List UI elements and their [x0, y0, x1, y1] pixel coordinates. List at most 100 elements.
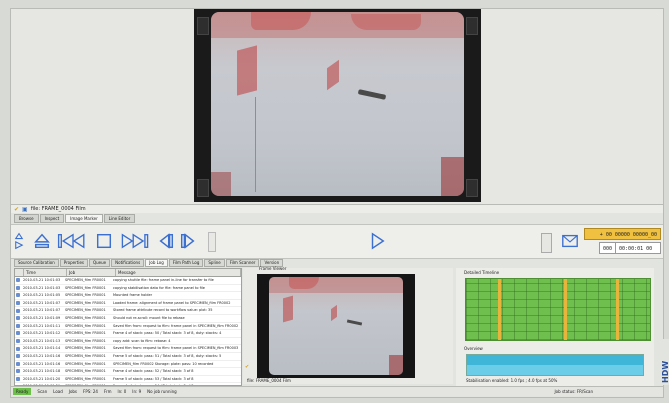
tab-line-editor[interactable]: Line Editor: [103, 214, 136, 223]
table-row[interactable]: 2010-03-21 10:01:03 SPECIMEN_film FR0001 c…: [15, 285, 241, 293]
log-time: 2010-03-21 10:01:11: [23, 323, 61, 328]
log-time: 2010-03-21 10:01:13: [23, 338, 61, 343]
toolbar-separator: [208, 232, 216, 252]
log-header: Time Job Message: [15, 269, 241, 277]
perforation: [197, 17, 209, 35]
log-job: SPECIMEN_film FR0001: [65, 323, 106, 328]
log-col-icon: [15, 269, 24, 276]
overview-track: [467, 365, 643, 375]
log-time: 2010-03-21 10:01:14: [23, 346, 61, 351]
stop-icon[interactable]: [93, 229, 115, 253]
status-item: Load: [53, 389, 63, 394]
tab-inspect[interactable]: Inspect: [39, 214, 65, 223]
status-item: No job running: [147, 389, 177, 394]
overview-bar[interactable]: [466, 354, 644, 376]
status-item: FPS: 24: [83, 389, 98, 394]
log-message: Mounted frame holder: [113, 293, 153, 298]
table-row[interactable]: 2010-03-21 10:01:07 SPECIMEN_film FR0001 L…: [15, 300, 241, 308]
main-tabs: Browse Inspect Image Marker Line Editor: [11, 214, 136, 223]
app-window: ✔ ▣ file: FRAME_0004 Film Browse Inspect I…: [10, 8, 669, 398]
specimen-mark: [357, 89, 387, 100]
status-item: Ready: [13, 388, 32, 395]
job-log-table: Time Job Message 2010-03-21 10:01:03 SPEC…: [14, 268, 242, 386]
skip-forward-icon[interactable]: [117, 229, 153, 253]
table-row[interactable]: 2010-03-21 10:01:13 SPECIMEN_film FR0001 c…: [15, 338, 241, 346]
log-job: SPECIMEN_film FR0001: [65, 369, 106, 374]
log-job: SPECIMEN_film FR0001: [65, 308, 106, 313]
frame-edge-line: [255, 97, 256, 192]
log-time: 2010-03-21 10:01:16: [23, 353, 61, 358]
log-job: SPECIMEN_film FR0001: [65, 315, 106, 320]
table-row[interactable]: 2010-03-21 10:01:20 SPECIMEN_film FR0001 F…: [15, 376, 241, 384]
table-row[interactable]: 2010-03-21 10:01:12 SPECIMEN_film FR0001 F…: [15, 330, 241, 338]
film-icon: ▣: [22, 205, 28, 213]
step-back-icon[interactable]: [155, 229, 177, 253]
status-item: ln: 0: [117, 389, 127, 394]
mail-icon[interactable]: [559, 229, 581, 253]
transport-toolbar: + 00 00000 00000_00 000 00:00:01 00: [11, 224, 663, 259]
table-row[interactable]: 2010-03-21 10:01:09 SPECIMEN_film FR0001 S…: [15, 315, 241, 323]
log-message: Stored frame attribute record to workflo…: [113, 308, 213, 313]
panel-tab-properties[interactable]: Properties: [59, 259, 88, 267]
log-job: SPECIMEN_film FR0001: [65, 331, 106, 336]
document-title-bar: ✔ ▣ file: FRAME_0004 Film: [11, 204, 663, 213]
log-message: copy add: scan to film: rebase: 4: [113, 338, 171, 343]
toolbar-handle[interactable]: [541, 233, 552, 253]
film-frame-image[interactable]: [211, 12, 464, 196]
table-row[interactable]: 2010-03-21 10:01:07 SPECIMEN_film FR0001 S…: [15, 307, 241, 315]
table-row[interactable]: 2010-03-21 10:01:14 SPECIMEN_film FR0001 S…: [15, 345, 241, 353]
status-item: Jobs: [68, 389, 78, 394]
detailed-timeline-grid[interactable]: [465, 278, 651, 341]
eject-icon[interactable]: [31, 229, 53, 253]
panel-tab-queue[interactable]: Queue: [89, 259, 111, 267]
perforation: [466, 179, 478, 197]
timeline-marker: [498, 279, 501, 340]
preview-title: Frame Viewer: [259, 266, 287, 271]
vendor-logo: HDW: [659, 339, 669, 385]
table-row[interactable]: 2010-03-21 10:01:03 SPECIMEN_film FR0001 c…: [15, 277, 241, 285]
log-col-job[interactable]: Job: [67, 269, 116, 276]
play-icon[interactable]: [366, 229, 388, 253]
panel-tab-source-calibration[interactable]: Source Calibration: [14, 259, 59, 267]
preview-film: [257, 274, 415, 378]
panel-tab-spline[interactable]: Spline: [204, 259, 225, 267]
table-row[interactable]: 2010-03-21 10:01:16 SPECIMEN_film FR0001 F…: [15, 353, 241, 361]
log-job: SPECIMEN_film FR0001: [65, 376, 106, 381]
preview-check-icon: ✔: [245, 364, 250, 370]
panel-tab-film-scanner[interactable]: Film Scanner: [225, 259, 260, 267]
overview-track: [467, 355, 643, 365]
log-message: Frame 4 of stack: pass: 52 / Total stack…: [113, 369, 194, 374]
log-job: SPECIMEN_film FR0001: [65, 285, 106, 290]
log-time: 2010-03-21 10:01:03: [23, 285, 61, 290]
log-message: Saved film from: request to film: frame …: [113, 346, 239, 351]
tab-browse[interactable]: Browse: [14, 214, 39, 223]
log-message: copying shuttle file: frame panel in-lin…: [113, 278, 214, 282]
overview-title: Overview: [464, 346, 483, 351]
log-time: 2010-03-21 10:01:20: [23, 376, 61, 381]
timecode-display: + 00 00000 00000_00: [584, 228, 661, 240]
log-time: 2010-03-21 10:01:18: [23, 369, 61, 374]
table-row[interactable]: 2010-03-21 10:01:16 SPECIMEN_film FR0001 S…: [15, 361, 241, 369]
yellow-check-icon: ✔: [14, 205, 20, 213]
frame-number: 000: [603, 243, 617, 253]
table-row[interactable]: 2010-03-21 10:01:11 SPECIMEN_film FR0001 S…: [15, 323, 241, 331]
panel-tab-job-log[interactable]: Job Log: [145, 259, 168, 267]
log-job: SPECIMEN_film FR0001: [65, 293, 106, 298]
log-job: SPECIMEN_film FR0001: [65, 300, 106, 305]
stabilisation-status: Stabilisation enabled: 1.0 fps ; 4.0 fps…: [466, 378, 558, 383]
skip-back-icon[interactable]: [55, 229, 91, 253]
log-message: Frame 4 of stack: pass: 50 / Total stack…: [113, 331, 222, 336]
log-col-message[interactable]: Message: [116, 269, 241, 276]
table-row[interactable]: 2010-03-21 10:01:05 SPECIMEN_film FR0001 M…: [15, 292, 241, 300]
step-forward-icon[interactable]: [177, 229, 199, 253]
log-col-time[interactable]: Time: [24, 269, 67, 276]
log-message: Should not re-scroll: mount file to reba…: [113, 315, 185, 320]
panel-tab-film-path-log[interactable]: Film Path Log: [168, 259, 204, 267]
log-time: 2010-03-21 10:01:03: [23, 278, 61, 282]
panel-tab-notifications[interactable]: Notifications: [111, 259, 145, 267]
preview-image[interactable]: [269, 277, 403, 375]
tab-image-marker[interactable]: Image Marker: [65, 214, 103, 223]
table-row[interactable]: 2010-03-21 10:01:18 SPECIMEN_film FR0001 F…: [15, 368, 241, 376]
nav-arrows-icon[interactable]: [13, 229, 25, 253]
film-viewer: [11, 9, 663, 204]
